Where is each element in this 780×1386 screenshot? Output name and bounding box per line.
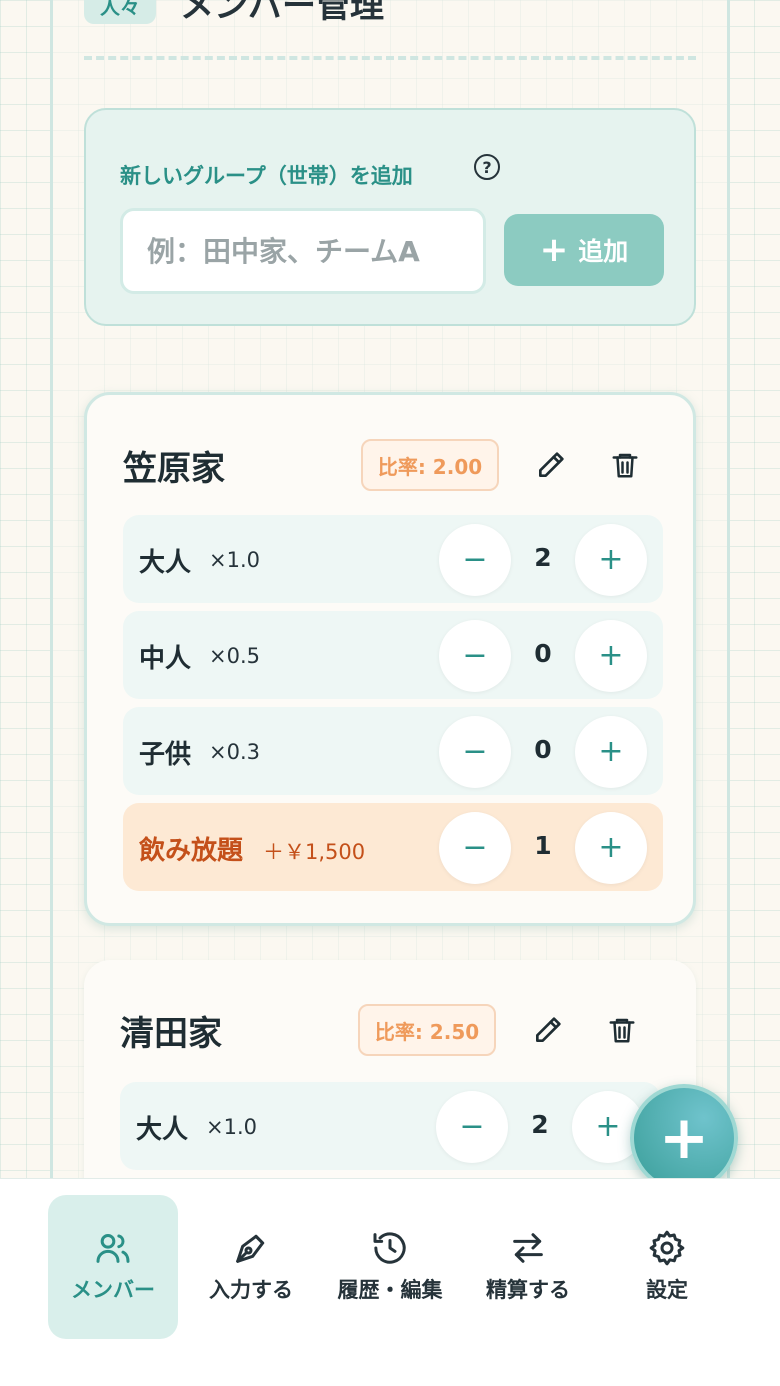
page-title: メンバー管理	[180, 0, 384, 26]
pen-nib-icon	[236, 1235, 265, 1264]
increment-button[interactable]: +	[575, 812, 647, 884]
multiplier-label: ×1.0	[209, 548, 260, 572]
multiplier-label: ×1.0	[206, 1115, 257, 1139]
nav-item-history[interactable]: 履歴・編集	[325, 1195, 455, 1339]
history-icon	[373, 1232, 406, 1264]
member-row-adult: 大人 ×1.0 − 2 +	[123, 515, 663, 603]
add-group-panel: 新しいグループ（世帯）を追加 ? + 追加	[84, 108, 696, 326]
drink-plan-label: 飲み放題	[139, 836, 244, 866]
page-header: 人々 メンバー管理	[84, 0, 644, 26]
help-circle-icon[interactable]: ?	[474, 154, 500, 180]
nav-label: メンバー	[71, 1278, 155, 1303]
nav-label: 履歴・編集	[337, 1278, 443, 1303]
divider	[84, 56, 696, 60]
decrement-button[interactable]: −	[439, 524, 511, 596]
header-badge: 人々	[84, 0, 156, 24]
increment-button[interactable]: +	[575, 524, 647, 596]
pencil-icon[interactable]	[531, 445, 571, 485]
member-row-middle: 中人 ×0.5 − 0 +	[123, 611, 663, 699]
add-fab-button[interactable]: +	[630, 1084, 738, 1192]
multiplier-label: ×0.5	[209, 644, 260, 668]
member-type-label: 子供	[139, 740, 192, 770]
add-group-button[interactable]: + 追加	[504, 214, 664, 286]
ratio-badge: 比率: 2.00	[361, 439, 499, 491]
group-card: 笠原家 比率: 2.00 大人 ×1.0 − 2 + 中人 ×0.5 − 0 +…	[84, 392, 696, 926]
nav-label: 設定	[646, 1278, 688, 1303]
member-type-label: 大人	[136, 1115, 189, 1145]
group-name-input[interactable]	[120, 208, 486, 294]
pencil-icon[interactable]	[528, 1010, 568, 1050]
trash-icon[interactable]	[602, 1010, 642, 1050]
nav-item-settings[interactable]: 設定	[602, 1195, 732, 1339]
decrement-button[interactable]: −	[439, 812, 511, 884]
ratio-badge: 比率: 2.50	[358, 1004, 496, 1056]
nav-label: 入力する	[209, 1278, 293, 1303]
group-name: 清田家	[120, 1014, 222, 1054]
member-row-drink-plan: 飲み放題 ＋￥1,500 − 1 +	[123, 803, 663, 891]
gear-icon	[649, 1230, 685, 1266]
member-type-label: 中人	[139, 644, 192, 674]
member-count: 2	[531, 1110, 549, 1139]
nav-label: 精算する	[486, 1278, 570, 1303]
add-button-label: 追加	[578, 237, 629, 266]
nav-item-input[interactable]: 入力する	[186, 1195, 316, 1339]
member-row-adult: 大人 ×1.0 − 2 +	[120, 1082, 660, 1170]
increment-button[interactable]: +	[575, 620, 647, 692]
member-count: 2	[534, 543, 552, 572]
plus-icon: +	[539, 230, 569, 270]
decrement-button[interactable]: −	[439, 620, 511, 692]
multiplier-label: ×0.3	[209, 740, 260, 764]
decrement-button[interactable]: −	[436, 1091, 508, 1163]
users-icon	[96, 1234, 130, 1264]
group-name: 笠原家	[123, 449, 225, 489]
member-type-label: 大人	[139, 548, 192, 578]
bottom-nav: メンバー 入力する 履歴・編集 精算する 設定	[0, 1178, 780, 1386]
nav-item-members[interactable]: メンバー	[48, 1195, 178, 1339]
member-row-child: 子供 ×0.3 − 0 +	[123, 707, 663, 795]
increment-button[interactable]: +	[575, 716, 647, 788]
add-group-label: 新しいグループ（世帯）を追加	[120, 164, 413, 188]
drink-plan-price: ＋￥1,500	[263, 840, 366, 864]
member-count: 1	[534, 831, 552, 860]
trash-icon[interactable]	[605, 445, 645, 485]
nav-item-settle[interactable]: 精算する	[463, 1195, 593, 1339]
decrement-button[interactable]: −	[439, 716, 511, 788]
arrows-swap-icon	[513, 1233, 543, 1264]
member-count: 0	[534, 735, 552, 764]
member-count: 0	[534, 639, 552, 668]
